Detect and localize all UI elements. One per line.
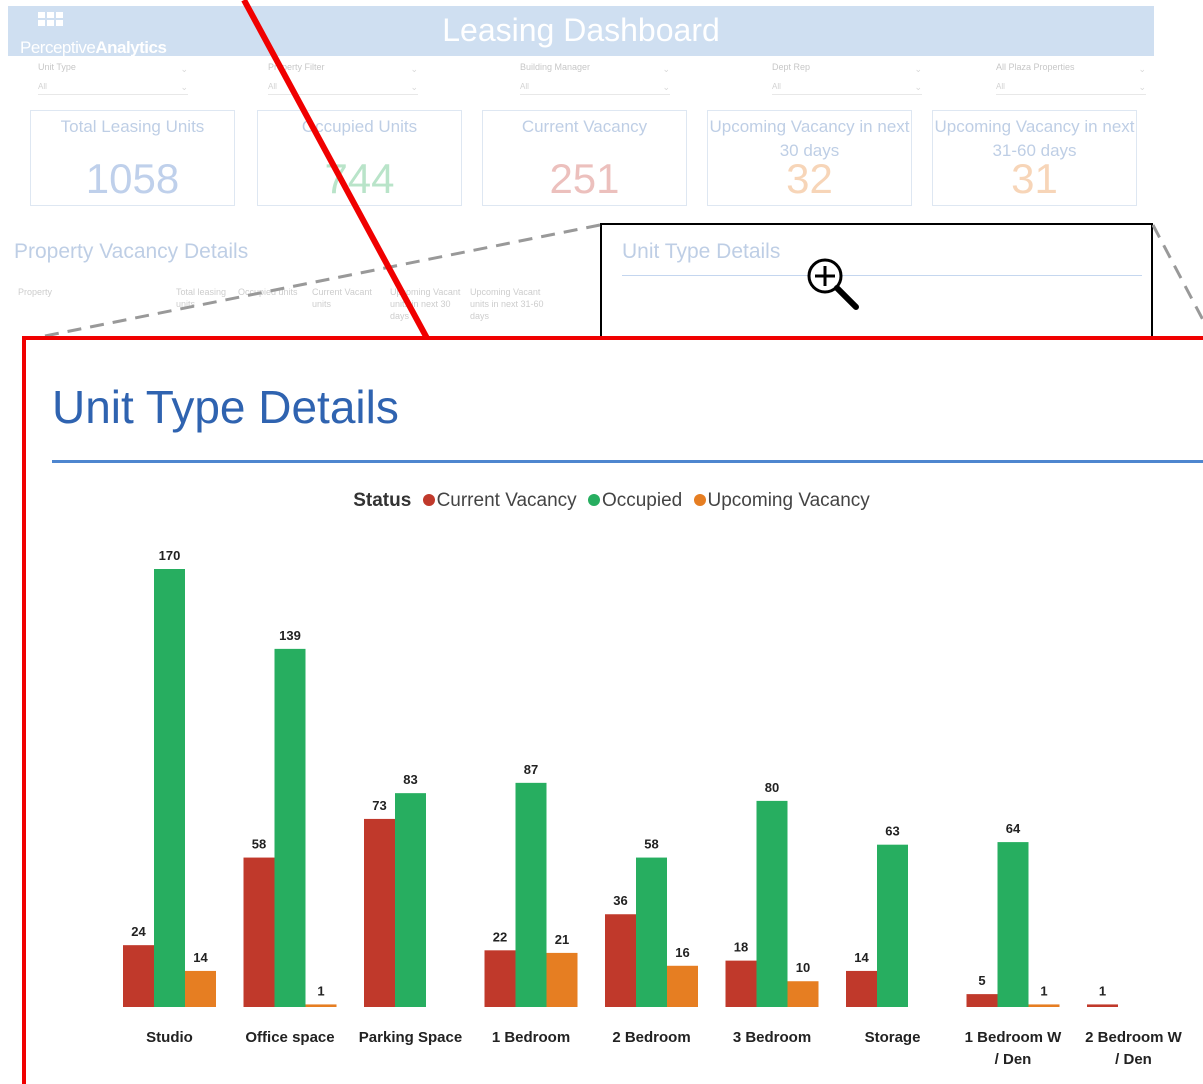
bar-occupied[interactable]	[756, 800, 788, 1007]
category-label: Studio	[146, 1029, 193, 1046]
bar-occupied[interactable]	[515, 782, 547, 1007]
bar-upcoming-vacancy[interactable]	[185, 970, 216, 1007]
bar-occupied[interactable]	[877, 844, 908, 1007]
category-label: 2 Bedroom	[612, 1029, 690, 1046]
bar-upcoming-vacancy[interactable]	[305, 1004, 337, 1007]
bar-occupied[interactable]	[154, 569, 185, 1007]
data-label: 14	[193, 950, 208, 965]
filter-dept-rep[interactable]: Dept Rep ⌄ All ⌄	[772, 62, 922, 96]
chevron-down-icon: ⌄	[410, 82, 418, 92]
data-label: 73	[372, 798, 386, 813]
data-label: 10	[796, 960, 810, 975]
data-label: 1	[317, 983, 324, 998]
bar-current-vacancy[interactable]	[725, 960, 757, 1007]
data-label: 139	[279, 628, 301, 643]
filter-building-manager[interactable]: Building Manager ⌄ All ⌄	[520, 62, 670, 96]
column-header[interactable]: Property	[18, 286, 98, 298]
bar-upcoming-vacancy[interactable]	[546, 952, 578, 1007]
bar-current-vacancy[interactable]	[1087, 1004, 1118, 1007]
category-label: Storage	[865, 1029, 921, 1046]
bar-upcoming-vacancy[interactable]	[667, 965, 698, 1007]
category-label: 1 Bedroom W / Den	[965, 1029, 1063, 1068]
chevron-down-icon: ⌄	[410, 64, 418, 74]
magnifier-region	[600, 223, 1153, 353]
filter-unit-type[interactable]: Unit Type ⌄ All ⌄	[38, 62, 188, 96]
data-label: 14	[854, 950, 869, 965]
bar-current-vacancy[interactable]	[364, 818, 395, 1007]
kpi-current-vacancy: Current Vacancy 251	[482, 110, 687, 206]
data-label: 22	[493, 929, 507, 944]
category-label: 3 Bedroom	[733, 1029, 811, 1046]
chevron-down-icon: ⌄	[662, 64, 670, 74]
bar-current-vacancy[interactable]	[605, 914, 636, 1007]
bar-upcoming-vacancy[interactable]	[1028, 1004, 1060, 1007]
data-label: 21	[555, 932, 569, 947]
data-label: 18	[734, 940, 748, 955]
bar-chart: 24 170 14 Studio 58 139 1 Office space 73 83 Parki…	[123, 548, 1183, 1068]
chevron-down-icon: ⌄	[1138, 82, 1146, 92]
kpi-upcoming-vacancy-31-60: Upcoming Vacancy in next 31-60 days 31	[932, 110, 1137, 206]
data-label: 58	[252, 837, 266, 852]
filter-all-plaza-properties[interactable]: All Plaza Properties ⌄ All ⌄	[996, 62, 1146, 96]
data-label: 83	[403, 772, 417, 787]
bar-upcoming-vacancy[interactable]	[787, 981, 819, 1007]
property-vacancy-title: Property Vacancy Details	[14, 240, 249, 263]
bar-occupied[interactable]	[395, 793, 426, 1007]
column-header[interactable]: Current Vacant units	[312, 286, 384, 310]
filter-property[interactable]: Property Filter ⌄ All ⌄	[268, 62, 418, 96]
kpi-value: 1058	[85, 155, 180, 202]
data-label: 64	[1006, 821, 1021, 836]
chevron-down-icon: ⌄	[180, 64, 188, 74]
data-label: 1	[1040, 983, 1047, 998]
category-label: 1 Bedroom	[492, 1029, 570, 1046]
dashboard-banner: PerceptiveAnalytics Leasing Dashboard	[8, 6, 1154, 57]
kpi-total-leasing-units: Total Leasing Units 1058	[30, 110, 235, 206]
bar-current-vacancy[interactable]	[846, 970, 877, 1007]
category-label: 2 Bedroom W / Den	[1085, 1029, 1183, 1068]
bar-occupied[interactable]	[274, 648, 306, 1007]
column-header[interactable]: Total leasing units	[176, 286, 236, 310]
bar-current-vacancy[interactable]	[484, 950, 516, 1007]
data-label: 16	[675, 945, 689, 960]
chevron-down-icon: ⌄	[1138, 64, 1146, 74]
data-label: 36	[613, 893, 627, 908]
data-label: 58	[644, 837, 658, 852]
data-label: 24	[131, 924, 146, 939]
bar-current-vacancy[interactable]	[243, 857, 275, 1007]
category-label: Parking Space	[359, 1029, 462, 1046]
bar-current-vacancy[interactable]	[123, 945, 154, 1007]
column-header[interactable]: Upcoming Vacant units in next 30 days	[390, 286, 462, 322]
bar-occupied[interactable]	[997, 842, 1029, 1007]
data-label: 170	[159, 548, 181, 563]
kpi-occupied-units: Occupied Units 744	[257, 110, 462, 206]
kpi-value: 251	[549, 155, 620, 202]
category-label: Office space	[245, 1029, 334, 1046]
column-header[interactable]: Upcoming Vacant units in next 31-60 days	[470, 286, 554, 322]
chevron-down-icon: ⌄	[662, 82, 670, 92]
chevron-down-icon: ⌄	[180, 82, 188, 92]
data-label: 1	[1099, 983, 1106, 998]
kpi-value: 744	[324, 155, 395, 202]
dashboard-title: Leasing Dashboard	[442, 12, 720, 48]
kpi-value: 32	[786, 155, 833, 202]
chevron-down-icon: ⌄	[914, 64, 922, 74]
chevron-down-icon: ⌄	[914, 82, 922, 92]
bar-occupied[interactable]	[636, 857, 667, 1007]
data-label: 63	[885, 824, 899, 839]
bar-current-vacancy[interactable]	[966, 994, 998, 1007]
kpi-value: 31	[1011, 155, 1058, 202]
data-label: 5	[978, 973, 985, 988]
kpi-upcoming-vacancy-30: Upcoming Vacancy in next 30 days 32	[707, 110, 912, 206]
column-header[interactable]: Occupied units	[238, 286, 310, 298]
data-label: 87	[524, 762, 538, 777]
data-label: 80	[765, 780, 779, 795]
zoom-panel: Unit Type Details Status Current Vacancy…	[22, 336, 1203, 1084]
